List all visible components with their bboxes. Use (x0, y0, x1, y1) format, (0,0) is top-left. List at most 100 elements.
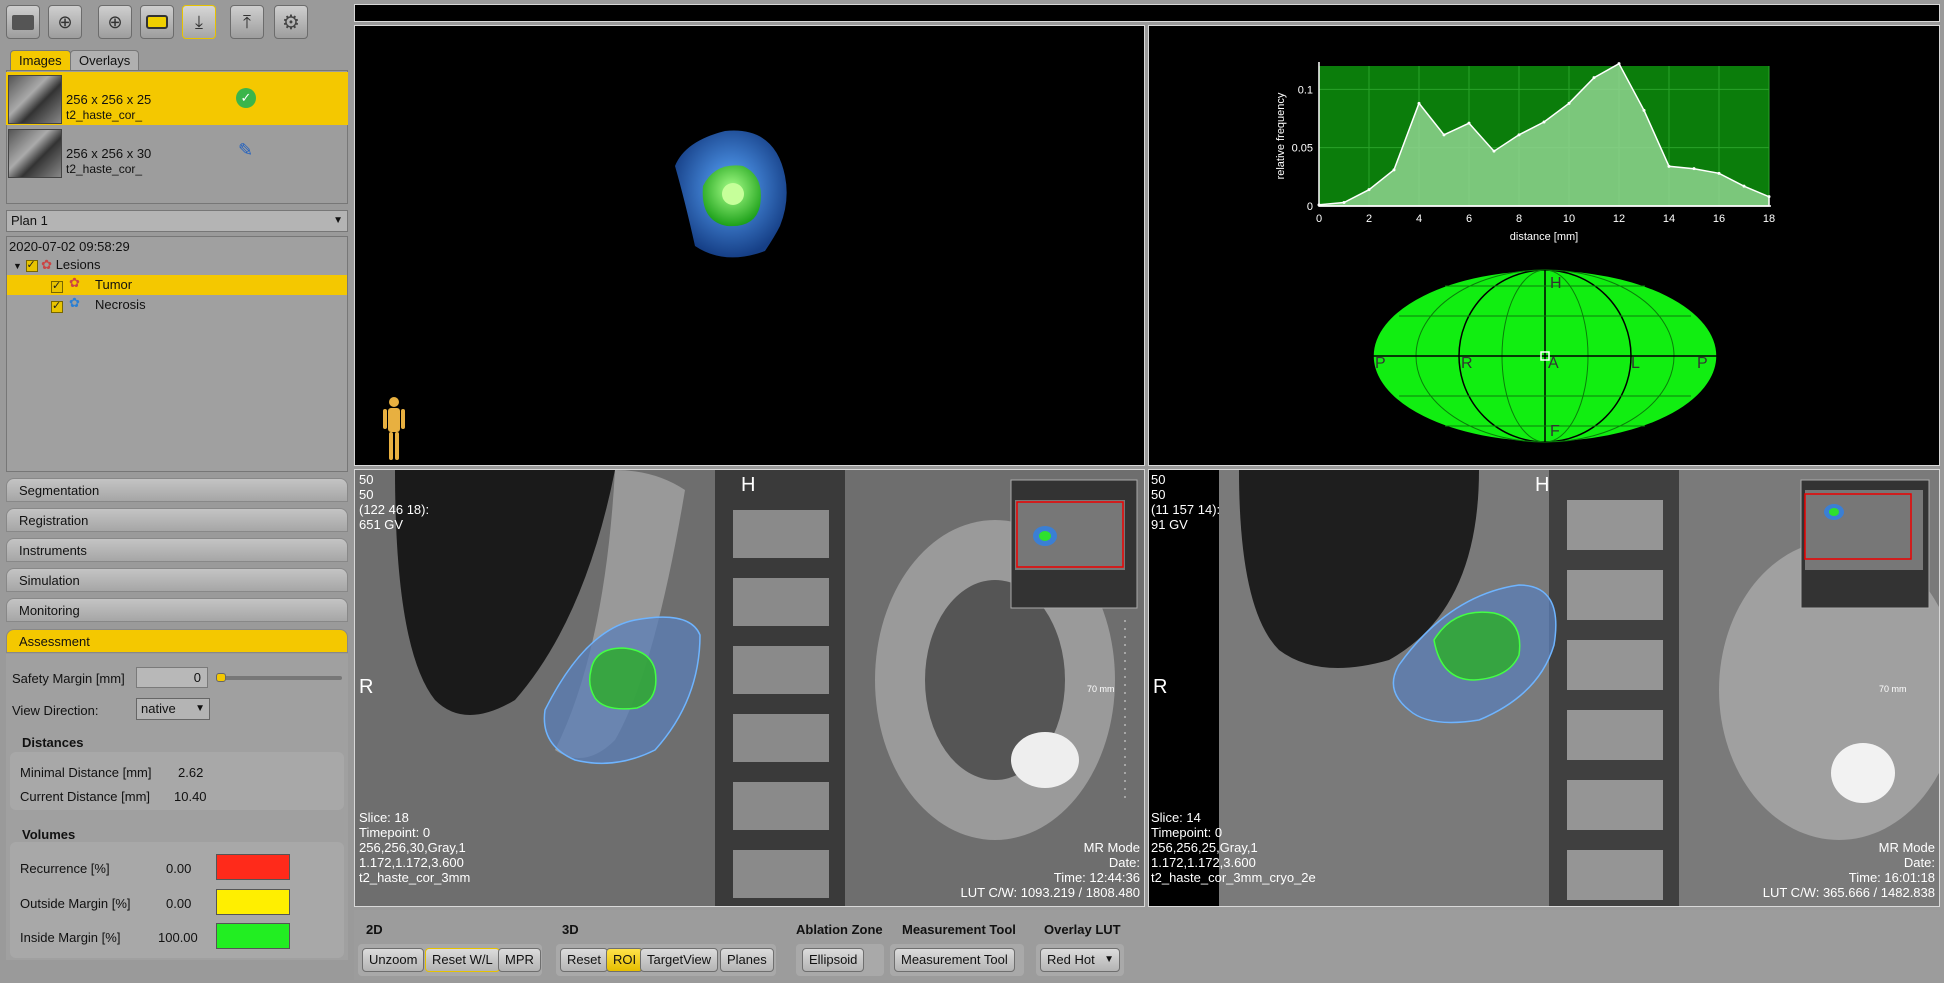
histogram-point (1492, 149, 1496, 153)
orientation-top-label: H (741, 474, 756, 496)
ablation-zone-title: Ablation Zone (796, 922, 883, 937)
safety-margin-slider[interactable] (216, 673, 342, 682)
histogram-chart: 0 2 4 6 8 10 12 14 16 18 0 0.05 0.1 distance [mm] re… (1275, 62, 1775, 443)
image-thumbnail (8, 129, 62, 178)
recurrence-label: Recurrence [%] (20, 861, 110, 876)
x-axis-label: distance [mm] (1510, 231, 1578, 243)
tumor-contour (588, 647, 657, 710)
x-tick-label: 2 (1366, 213, 1372, 225)
tree-item-necrosis[interactable]: ✿ Necrosis (7, 295, 347, 315)
x-tick-label: 8 (1516, 213, 1522, 225)
view-info-topleft: 50 50 (122 46 18): 651 GV (359, 472, 430, 532)
viewport-mri-left[interactable]: 50 50 (122 46 18): 651 GV H R 70 mm Slic… (354, 469, 1145, 907)
measurement-tool-title: Measurement Tool (902, 922, 1016, 937)
add-overlay-yellow-button[interactable] (140, 5, 174, 39)
scale-label: 70 mm (1879, 684, 1907, 694)
tab-images[interactable]: Images (10, 50, 71, 70)
outside-margin-color-swatch[interactable] (216, 889, 290, 915)
image-item[interactable]: 256 x 256 x 25 t2_haste_cor_ ✓ (6, 72, 348, 125)
mollweide-label-bottom: F (1550, 423, 1560, 440)
histogram-point (1317, 203, 1321, 207)
histogram-point (1717, 171, 1721, 175)
histogram-point (1392, 168, 1396, 172)
necrosis-surface (722, 183, 744, 205)
tree-item-lesions[interactable]: ▼ ✿ Lesions (13, 257, 101, 273)
overlay-lut-select[interactable]: Red Hot ▼ (1040, 948, 1120, 972)
ellipsoid-button[interactable]: Ellipsoid (802, 948, 865, 972)
x-tick-label: 6 (1466, 213, 1472, 225)
overlay-lut-value: Red Hot (1047, 952, 1095, 967)
body-orientation-icon (381, 396, 407, 465)
histogram-point (1517, 133, 1521, 137)
mollweide-label-right: P (1697, 355, 1708, 372)
overlay-add-icon: ⊕ (107, 11, 123, 32)
view-direction-select[interactable]: native ▼ (136, 698, 210, 720)
open-folder-button[interactable] (6, 5, 40, 39)
image-thumbnail (8, 75, 62, 124)
reset-3d-button[interactable]: Reset (560, 948, 608, 972)
tree-item-tumor[interactable]: ✿ Tumor (7, 275, 347, 295)
image-name: t2_haste_cor_ (66, 108, 143, 122)
needle-add-icon: ⊕ (57, 11, 73, 32)
histogram-point (1667, 164, 1671, 168)
histogram-point (1542, 120, 1546, 124)
user-edit-icon: ✎ (238, 140, 254, 160)
section-simulation[interactable]: Simulation (6, 568, 348, 592)
tree-item-label: Lesions (55, 257, 101, 272)
view-info-bottomright: MR Mode Date: Time: 16:01:18 LUT C/W: 36… (1762, 840, 1935, 900)
tumor-checkbox[interactable] (51, 279, 63, 293)
inside-margin-color-swatch[interactable] (216, 923, 290, 949)
section-segmentation[interactable]: Segmentation (6, 478, 348, 502)
section-registration[interactable]: Registration (6, 508, 348, 532)
necrosis-icon: ✿ (69, 295, 80, 310)
targetview-button[interactable]: TargetView (640, 948, 719, 972)
image-name: t2_haste_cor_ (66, 162, 143, 176)
current-distance-label: Current Distance [mm] (20, 789, 151, 804)
viewport-3d[interactable] (354, 25, 1145, 466)
volumes-title: Volumes (22, 827, 76, 842)
chevron-down-icon: ▼ (333, 215, 343, 226)
roi-button[interactable]: ROI (606, 948, 644, 972)
scale-label: 70 mm (1087, 684, 1115, 694)
planes-button[interactable]: Planes (720, 948, 774, 972)
histogram-point (1592, 76, 1596, 80)
lesions-checkbox[interactable] (25, 258, 38, 272)
reset-wl-button[interactable]: Reset W/L (425, 948, 500, 972)
check-icon: ✓ (236, 88, 256, 108)
histogram-point (1767, 195, 1771, 199)
y-axis-label: relative frequency (1275, 92, 1287, 179)
plan-select-value: Plan 1 (11, 213, 48, 228)
slider-handle[interactable] (216, 673, 226, 682)
measurement-tool-button[interactable]: Measurement Tool (894, 948, 1015, 972)
export-button[interactable]: ⤒ (230, 5, 264, 39)
overlay-add-yellow-icon (146, 15, 168, 29)
x-tick-label: 14 (1663, 213, 1675, 225)
recurrence-color-swatch[interactable] (216, 854, 290, 880)
mpr-button[interactable]: MPR (498, 948, 541, 972)
orientation-left-label: R (359, 676, 374, 698)
tumor-icon: ✿ (69, 275, 80, 290)
section-monitoring[interactable]: Monitoring (6, 598, 348, 622)
plan-select[interactable]: Plan 1 ▼ (6, 210, 348, 232)
section-assessment[interactable]: Assessment (6, 629, 348, 653)
viewport-analysis[interactable]: 0 2 4 6 8 10 12 14 16 18 0 0.05 0.1 distance [mm] re… (1148, 25, 1940, 466)
mollweide-projection (1372, 269, 1718, 443)
view-info-bottomright: MR Mode Date: Time: 12:44:36 LUT C/W: 10… (960, 840, 1140, 900)
necrosis-checkbox[interactable] (51, 299, 63, 313)
viewport-mri-right[interactable]: 50 50 (11 157 14): 91 GV H R 70 mm Slice… (1148, 469, 1940, 907)
add-overlay-button[interactable]: ⊕ (98, 5, 132, 39)
image-item[interactable]: 256 x 256 x 30 t2_haste_cor_ ✎ (6, 126, 348, 179)
add-needle-button[interactable]: ⊕ (48, 5, 82, 39)
safety-margin-field[interactable]: 0 (136, 667, 208, 688)
image-dims: 256 x 256 x 25 (66, 92, 152, 107)
tab-overlays[interactable]: Overlays (70, 50, 140, 70)
histogram-point (1642, 108, 1646, 112)
lesion-tree: 2020-07-02 09:58:29 ▼ ✿ Lesions ✿ Tumor … (6, 236, 348, 472)
unzoom-button[interactable]: Unzoom (362, 948, 425, 972)
mollweide-label-right2: L (1631, 355, 1640, 372)
section-instruments[interactable]: Instruments (6, 538, 348, 562)
current-distance-value: 10.40 (174, 789, 207, 804)
import-button[interactable]: ⤓ (182, 5, 216, 39)
settings-button[interactable]: ⚙ (274, 5, 308, 39)
mollweide-label-left: P (1375, 355, 1386, 372)
